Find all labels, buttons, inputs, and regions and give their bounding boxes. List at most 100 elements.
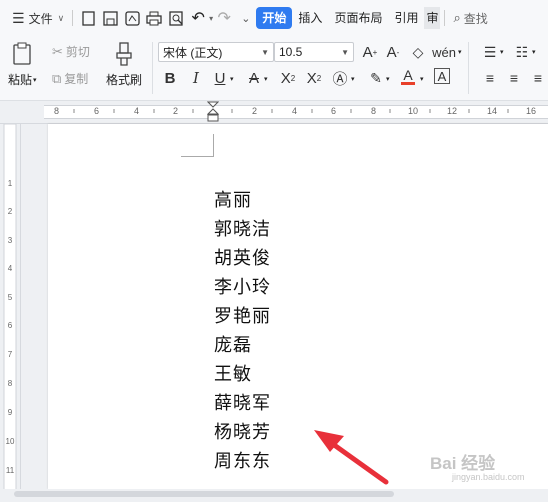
scrollbar-thumb[interactable] bbox=[14, 491, 394, 497]
ruler-tick-label: 1 bbox=[8, 179, 13, 188]
document-page[interactable]: 高丽 郭晓洁 胡英俊 李小玲 罗艳丽 庞磊 王敏 薛晓军 杨晓芳 周东东 bbox=[48, 124, 548, 489]
document-line[interactable]: 周东东 bbox=[214, 447, 271, 473]
superscript-icon[interactable]: X2 bbox=[278, 68, 298, 88]
ribbon-toolbar: 粘贴 ▾ ✂ 剪切 ⧉ 复制 格式刷 宋体 (正文) ▼ 10.5 ▼ A + A… bbox=[0, 36, 548, 101]
ruler-tick-label: 3 bbox=[8, 236, 13, 245]
ruler-tick-label: 16 bbox=[526, 106, 536, 116]
align-left-icon[interactable]: ≡ bbox=[480, 68, 500, 88]
chevron-down-icon[interactable]: ▾ bbox=[420, 75, 424, 83]
ruler-tick-label: 6 bbox=[331, 106, 336, 116]
search-label: 查找 bbox=[463, 11, 488, 26]
divider bbox=[152, 42, 153, 94]
format-painter-button[interactable]: 格式刷 bbox=[106, 42, 142, 88]
ruler-tick-label: 6 bbox=[94, 106, 99, 116]
paste-button[interactable]: 粘贴 ▾ bbox=[8, 42, 37, 88]
chevron-down-icon[interactable]: ▾ bbox=[351, 75, 355, 83]
clipboard-icon bbox=[13, 42, 31, 65]
search-button[interactable]: ⌕ 查找 bbox=[449, 6, 491, 30]
search-icon: ⌕ bbox=[453, 10, 461, 25]
copy-button[interactable]: ⧉ 复制 bbox=[52, 70, 88, 87]
ruler-tick-label: 2 bbox=[173, 106, 178, 116]
font-size-select[interactable]: 10.5 ▼ bbox=[274, 42, 354, 62]
font-name-value: 宋体 (正文) bbox=[163, 45, 223, 60]
more-quick-access-icon[interactable]: ⌄ bbox=[241, 12, 250, 25]
hamburger-icon: ☰ bbox=[12, 9, 25, 26]
chevron-down-icon[interactable]: ▾ bbox=[532, 48, 536, 56]
chevron-down-icon[interactable]: ▾ bbox=[209, 14, 213, 23]
chevron-down-icon[interactable]: ▾ bbox=[500, 48, 504, 56]
tab-references[interactable]: 引用 bbox=[388, 7, 424, 29]
new-document-icon[interactable] bbox=[79, 9, 97, 27]
align-center-icon[interactable]: ≡ bbox=[504, 68, 524, 88]
vertical-ruler: 1 2 3 4 5 6 7 8 9 10 11 bbox=[0, 123, 21, 500]
font-color-icon[interactable]: A bbox=[398, 66, 418, 86]
print-icon[interactable] bbox=[145, 9, 163, 27]
document-line[interactable]: 王敏 bbox=[214, 360, 252, 386]
chevron-down-icon[interactable]: ▾ bbox=[264, 75, 268, 83]
indent-marker-icon[interactable] bbox=[207, 101, 219, 123]
ruler-tick-label: 8 bbox=[8, 379, 13, 388]
character-border-icon[interactable]: A bbox=[434, 68, 450, 84]
subscript-icon[interactable]: X2 bbox=[304, 68, 324, 88]
document-line[interactable]: 杨晓芳 bbox=[214, 418, 271, 444]
cut-button[interactable]: ✂ 剪切 bbox=[52, 43, 90, 60]
underline-icon[interactable]: U bbox=[210, 68, 230, 88]
vertical-ruler-ticks: 1 2 3 4 5 6 7 8 9 10 11 bbox=[3, 123, 17, 500]
watermark-url: jingyan.baidu.com bbox=[452, 472, 525, 482]
horizontal-scrollbar[interactable] bbox=[0, 489, 548, 499]
export-pdf-icon[interactable] bbox=[123, 9, 141, 27]
chevron-down-icon: ▾ bbox=[33, 76, 37, 84]
ruler-tick-label: 4 bbox=[134, 106, 139, 116]
bullet-list-icon[interactable]: ☰ bbox=[480, 42, 500, 62]
margin-corner-mark bbox=[181, 134, 214, 157]
ruler-tick-label: 4 bbox=[8, 264, 13, 273]
file-menu-label: 文件 bbox=[28, 11, 53, 26]
save-icon[interactable] bbox=[101, 9, 119, 27]
format-painter-label: 格式刷 bbox=[106, 73, 143, 87]
tab-home[interactable]: 开始 bbox=[256, 7, 293, 29]
document-line[interactable]: 薛晓军 bbox=[214, 389, 271, 415]
tab-page-layout[interactable]: 页面布局 bbox=[328, 7, 388, 29]
document-line[interactable]: 胡英俊 bbox=[214, 244, 271, 270]
clear-formatting-icon[interactable]: ◇ bbox=[408, 42, 428, 62]
chevron-down-icon[interactable]: ▾ bbox=[458, 48, 462, 56]
ruler-ticks: 8 6 4 2 2 4 6 8 10 12 14 16 bbox=[54, 106, 536, 116]
numbered-list-icon[interactable]: ☷ bbox=[512, 42, 532, 62]
document-line[interactable]: 庞磊 bbox=[214, 331, 252, 357]
watermark-logo: Bai 经验 bbox=[430, 454, 496, 473]
tab-insert[interactable]: 插入 bbox=[292, 7, 328, 29]
italic-icon[interactable]: I bbox=[186, 68, 206, 88]
scissors-icon: ✂ bbox=[52, 43, 63, 59]
document-line[interactable]: 高丽 bbox=[214, 186, 252, 212]
chevron-down-icon[interactable]: ▾ bbox=[386, 75, 390, 83]
document-line[interactable]: 罗艳丽 bbox=[214, 302, 271, 328]
tab-review[interactable]: 审 bbox=[424, 7, 441, 29]
phonetic-guide-icon[interactable]: wén bbox=[432, 42, 456, 62]
print-preview-icon[interactable] bbox=[167, 9, 185, 27]
document-line[interactable]: 郭晓洁 bbox=[214, 215, 271, 241]
ruler-tick-label: 9 bbox=[8, 408, 13, 417]
undo-icon[interactable]: ↶ bbox=[189, 9, 207, 27]
ruler-tick-label: 8 bbox=[54, 106, 59, 116]
font-name-select[interactable]: 宋体 (正文) ▼ bbox=[158, 42, 274, 62]
align-right-icon[interactable]: ≡ bbox=[528, 68, 548, 88]
text-effect-icon[interactable]: Ⓐ bbox=[330, 68, 350, 88]
file-menu-button[interactable]: ☰ 文件 ∨ bbox=[8, 6, 68, 30]
ruler-tick-label: 10 bbox=[408, 106, 418, 116]
strikethrough-icon[interactable]: A bbox=[244, 68, 264, 88]
chevron-down-icon[interactable]: ▾ bbox=[230, 75, 234, 83]
ruler-tick-label: 7 bbox=[8, 350, 13, 359]
chevron-down-icon: ∨ bbox=[57, 12, 65, 23]
redo-icon[interactable]: ↷ bbox=[215, 9, 233, 27]
horizontal-ruler: 8 6 4 2 2 4 6 8 10 12 14 16 bbox=[0, 101, 548, 124]
decrease-font-size-icon[interactable]: A- bbox=[383, 42, 403, 62]
cut-label: 剪切 bbox=[65, 45, 90, 59]
bold-icon[interactable]: B bbox=[160, 68, 180, 88]
document-line[interactable]: 李小玲 bbox=[214, 273, 271, 299]
ruler-tick-label: 2 bbox=[8, 207, 13, 216]
ruler-tick-label: 6 bbox=[8, 321, 13, 330]
copy-icon: ⧉ bbox=[52, 70, 62, 86]
increase-font-size-icon[interactable]: A + bbox=[360, 42, 380, 62]
highlight-icon[interactable]: ✎ bbox=[366, 68, 386, 88]
ruler-tick-label: 14 bbox=[487, 106, 497, 116]
